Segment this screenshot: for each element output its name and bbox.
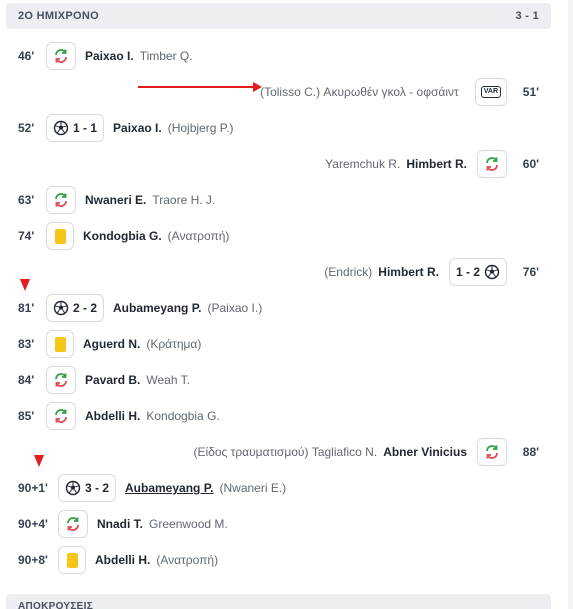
event-row-85: 85' Abdelli H. Kondogbia G.	[0, 400, 560, 432]
player-in[interactable]: Paixao I.	[85, 49, 134, 63]
var-label: VAR	[480, 86, 501, 98]
goal-badge: 1 - 2	[448, 258, 507, 286]
goal-score: 2 - 2	[73, 301, 98, 315]
goal-assist[interactable]: (Hojbjerg P.)	[168, 121, 234, 135]
yellow-card-icon	[46, 222, 74, 250]
event-row-63: 63' Nwaneri E. Traore H. J.	[0, 184, 560, 216]
scrollbar[interactable]	[568, 0, 573, 609]
player-out[interactable]: (Είδος τραυματισμού) Tagliafico N.	[193, 445, 377, 459]
saves-section-header: ΑΠΟΚΡΟΥΣΕΙΣ	[6, 594, 551, 609]
goal-scorer[interactable]: Himbert R.	[378, 265, 439, 279]
player-out[interactable]: Yaremchuk R.	[325, 157, 400, 171]
substitution-icon	[46, 366, 76, 394]
event-row-84: 84' Pavard B. Weah T.	[0, 364, 560, 396]
booking-reason: (Κράτημα)	[146, 337, 202, 351]
goal-scorer[interactable]: Aubameyang P.	[113, 301, 201, 315]
substitution-icon	[58, 510, 88, 538]
goal-assist[interactable]: (Nwaneri E.)	[220, 481, 287, 495]
player-in[interactable]: Nnadi T.	[97, 517, 143, 531]
substitution-icon	[46, 42, 76, 70]
goal-assist[interactable]: (Paixao I.)	[208, 301, 263, 315]
goal-score: 1 - 2	[455, 265, 480, 279]
event-minute: 83'	[18, 337, 35, 351]
substitution-icon	[46, 186, 76, 214]
player-out[interactable]: Timber Q.	[140, 49, 193, 63]
event-minute: 81'	[18, 301, 35, 315]
goal-score: 1 - 1	[73, 121, 98, 135]
football-icon	[65, 480, 81, 496]
event-row-52: 52' 1 - 1 Paixao I. (Hojbjerg P.)	[0, 112, 560, 144]
booking-reason: (Ανατροπή)	[156, 553, 219, 567]
player-in[interactable]: Nwaneri E.	[85, 193, 146, 207]
player-in[interactable]: Pavard B.	[85, 373, 140, 387]
goal-scorer[interactable]: Aubameyang P.	[125, 481, 213, 495]
period-score: 3 - 1	[515, 10, 539, 22]
event-row-76: (Endrick) Himbert R. 1 - 2 76'	[0, 256, 560, 288]
player-in[interactable]: Himbert R.	[406, 157, 467, 171]
event-minute: 84'	[18, 373, 35, 387]
booked-player[interactable]: Aguerd N.	[83, 337, 140, 351]
goal-badge: 2 - 2	[46, 294, 105, 322]
event-row-74: 74' Kondogbia G. (Ανατροπή)	[0, 220, 560, 252]
player-out[interactable]: Kondogbia G.	[146, 409, 219, 423]
annotation-arrow-icon	[138, 82, 262, 92]
booked-player[interactable]: Kondogbia G.	[83, 229, 162, 243]
event-minute: 88'	[522, 445, 539, 459]
event-row-60: Yaremchuk R. Himbert R. 60'	[0, 148, 560, 180]
booked-player[interactable]: Abdelli H.	[95, 553, 150, 567]
football-icon	[53, 120, 69, 136]
event-minute: 90+4'	[18, 517, 48, 531]
player-in[interactable]: Abner Vinicius	[383, 445, 467, 459]
event-row-90-1: 90+1' 3 - 2 Aubameyang P. (Nwaneri E.)	[0, 472, 560, 504]
period-title: 2Ο ΗΜΙΧΡΟΝΟ	[18, 10, 99, 22]
substitution-icon	[477, 150, 507, 178]
event-minute: 51'	[522, 85, 539, 99]
goal-badge: 3 - 2	[58, 474, 117, 502]
yellow-card-icon	[46, 330, 74, 358]
var-icon: VAR	[474, 78, 507, 106]
yellow-card-icon	[58, 546, 86, 574]
goal-badge: 1 - 1	[46, 114, 105, 142]
player-out[interactable]: Weah T.	[146, 373, 190, 387]
event-row-90-4: 90+4' Nnadi T. Greenwood M.	[0, 508, 560, 540]
event-minute: 46'	[18, 49, 35, 63]
player-out[interactable]: Traore H. J.	[152, 193, 215, 207]
event-minute: 52'	[18, 121, 35, 135]
football-icon	[484, 264, 500, 280]
goal-assist[interactable]: (Endrick)	[324, 265, 372, 279]
event-row-83: 83' Aguerd N. (Κράτημα)	[0, 328, 560, 360]
annotation-marker-icon	[20, 279, 30, 291]
event-minute: 85'	[18, 409, 35, 423]
player-in[interactable]: Abdelli H.	[85, 409, 140, 423]
var-decision-text: (Tolisso C.) Ακυρωθέν γκολ - οφσάιντ	[260, 85, 459, 99]
player-out[interactable]: Greenwood M.	[149, 517, 228, 531]
event-minute: 90+1'	[18, 481, 48, 495]
event-minute: 76'	[522, 265, 539, 279]
period-header: 2Ο ΗΜΙΧΡΟΝΟ 3 - 1	[6, 3, 551, 29]
booking-reason: (Ανατροπή)	[167, 229, 230, 243]
event-minute: 74'	[18, 229, 35, 243]
event-minute: 90+8'	[18, 553, 48, 567]
substitution-icon	[477, 438, 507, 466]
event-minute: 63'	[18, 193, 35, 207]
event-minute: 60'	[522, 157, 539, 171]
event-row-88: (Είδος τραυματισμού) Tagliafico N. Abner…	[0, 436, 560, 468]
event-row-51: (Tolisso C.) Ακυρωθέν γκολ - οφσάιντ VAR…	[0, 76, 560, 108]
event-row-90-8: 90+8' Abdelli H. (Ανατροπή)	[0, 544, 560, 576]
goal-scorer[interactable]: Paixao I.	[113, 121, 162, 135]
saves-section-title: ΑΠΟΚΡΟΥΣΕΙΣ	[18, 601, 94, 609]
event-row-81: 81' 2 - 2 Aubameyang P. (Paixao I.)	[0, 292, 560, 324]
annotation-marker-icon	[34, 455, 44, 467]
football-icon	[53, 300, 69, 316]
event-row-46: 46' Paixao I. Timber Q.	[0, 40, 560, 72]
substitution-icon	[46, 402, 76, 430]
goal-score: 3 - 2	[85, 481, 110, 495]
